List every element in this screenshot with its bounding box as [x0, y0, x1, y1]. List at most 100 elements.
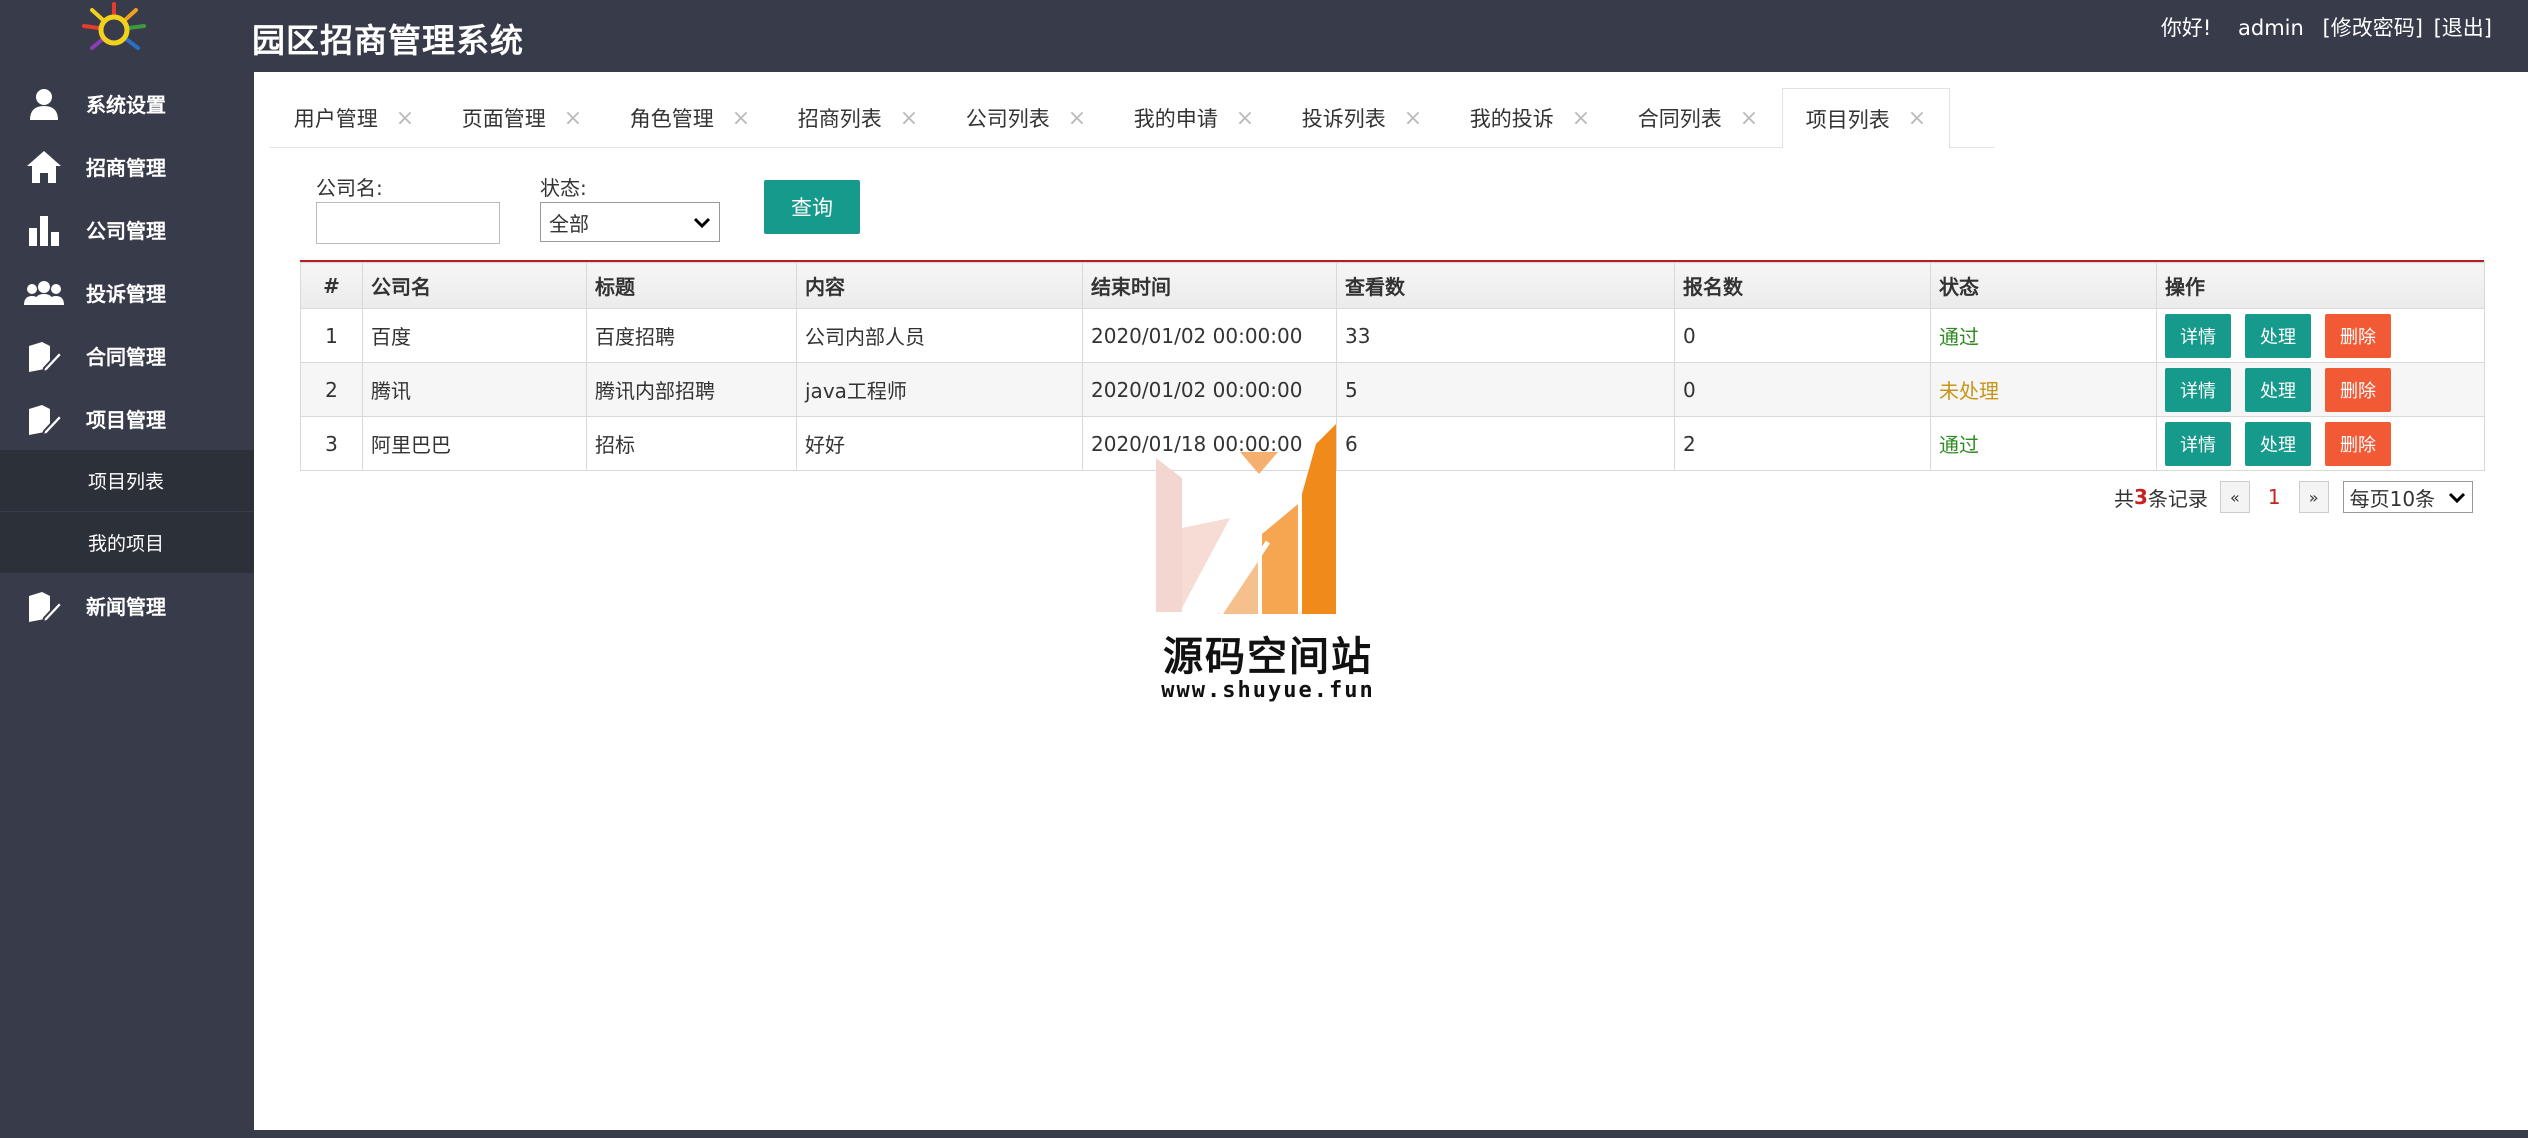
tab-user-management[interactable]: 用户管理 ×: [270, 88, 438, 148]
user-bar: 你好! admin [修改密码] [退出]: [2157, 12, 2492, 42]
content-cell: java工程师: [796, 362, 1083, 417]
logo-icon: [78, 0, 150, 62]
tab-my-complaints[interactable]: 我的投诉 ×: [1446, 88, 1614, 148]
sidebar-item-contract[interactable]: 合同管理: [0, 324, 254, 387]
close-icon[interactable]: ×: [1740, 106, 1758, 131]
sidebar-item-news[interactable]: 新闻管理: [0, 574, 254, 637]
sidebar-item-label: 招商管理: [86, 156, 166, 180]
title-cell: 腾讯内部招聘: [586, 362, 797, 417]
actions-cell: 详情 处理 删除: [2156, 308, 2485, 363]
watermark-title: 源码空间站: [1163, 634, 1373, 680]
close-icon[interactable]: ×: [1572, 106, 1590, 131]
column-header: 报名数: [1674, 262, 1931, 309]
bottom-border: [254, 1130, 2528, 1138]
detail-button[interactable]: 详情: [2165, 421, 2231, 466]
column-header: 结束时间: [1082, 262, 1337, 309]
sidebar-item-label: 项目管理: [86, 408, 166, 432]
tab-label: 我的投诉: [1469, 107, 1554, 131]
page-size-value: 每页10条: [2349, 486, 2436, 511]
detail-button[interactable]: 详情: [2165, 367, 2231, 412]
logout-link[interactable]: [退出]: [2434, 16, 2492, 40]
change-password-link[interactable]: [修改密码]: [2323, 16, 2423, 40]
column-header: 内容: [796, 262, 1083, 309]
sidebar: 系统设置 招商管理 公司管理 投诉管理 合同管理 项目管理 项目列表 我的项目: [0, 72, 254, 1138]
close-icon[interactable]: ×: [1404, 106, 1422, 131]
views-cell: 33: [1336, 308, 1675, 363]
user-icon: [22, 82, 66, 126]
tab-label: 页面管理: [461, 107, 546, 131]
tab-investment-list[interactable]: 招商列表 ×: [774, 88, 942, 148]
table-header-row: # 公司名 标题 内容 结束时间 查看数 报名数 状态 操作: [300, 262, 2485, 309]
edit-icon: [22, 334, 66, 378]
tab-company-list[interactable]: 公司列表 ×: [942, 88, 1110, 148]
status-cell: 通过: [1930, 416, 2157, 471]
column-header: 操作: [2156, 262, 2485, 309]
title-cell: 百度招聘: [586, 308, 797, 363]
sidebar-item-system-settings[interactable]: 系统设置: [0, 72, 254, 135]
signups-cell: 0: [1674, 308, 1931, 363]
handle-button[interactable]: 处理: [2245, 313, 2311, 358]
tab-page-management[interactable]: 页面管理 ×: [438, 88, 606, 148]
tab-label: 投诉列表: [1301, 107, 1386, 131]
row-number: 2: [300, 362, 363, 417]
tab-label: 招商列表: [797, 107, 882, 131]
sidebar-item-project[interactable]: 项目管理: [0, 387, 254, 450]
delete-button[interactable]: 删除: [2325, 421, 2391, 466]
handle-button[interactable]: 处理: [2245, 367, 2311, 412]
signups-cell: 2: [1674, 416, 1931, 471]
close-icon[interactable]: ×: [1908, 106, 1926, 131]
tab-label: 角色管理: [629, 107, 714, 131]
company-cell: 百度: [362, 308, 587, 363]
sidebar-item-label: 投诉管理: [86, 282, 166, 306]
detail-button[interactable]: 详情: [2165, 313, 2231, 358]
close-icon[interactable]: ×: [1236, 106, 1254, 131]
close-icon[interactable]: ×: [1068, 106, 1086, 131]
sidebar-item-investment[interactable]: 招商管理: [0, 135, 254, 198]
tab-label: 项目列表: [1805, 107, 1890, 132]
views-cell: 5: [1336, 362, 1675, 417]
status-select[interactable]: 全部: [540, 202, 720, 242]
row-number: 3: [300, 416, 363, 471]
close-icon[interactable]: ×: [396, 106, 414, 131]
handle-button[interactable]: 处理: [2245, 421, 2311, 466]
close-icon[interactable]: ×: [564, 106, 582, 131]
edit-icon: [22, 584, 66, 628]
close-icon[interactable]: ×: [900, 106, 918, 131]
current-page[interactable]: 1: [2268, 485, 2281, 509]
username-text: admin: [2238, 16, 2304, 40]
end-time-cell: 2020/01/02 00:00:00: [1082, 308, 1337, 363]
prev-page-button[interactable]: «: [2219, 481, 2250, 513]
watermark: 源码空间站 www.shuyue.fun: [1148, 424, 1388, 724]
tab-label: 用户管理: [293, 107, 378, 131]
row-number: 1: [300, 308, 363, 363]
tab-complaint-list[interactable]: 投诉列表 ×: [1278, 88, 1446, 148]
query-button[interactable]: 查询: [764, 180, 860, 234]
sidebar-subitem-project-list[interactable]: 项目列表: [0, 450, 254, 512]
sidebar-subitem-my-projects[interactable]: 我的项目: [0, 512, 254, 574]
status-cell: 未处理: [1930, 362, 2157, 417]
delete-button[interactable]: 删除: [2325, 313, 2391, 358]
page-size-select[interactable]: 每页10条: [2342, 481, 2473, 513]
greeting-text: 你好!: [2160, 16, 2212, 40]
sidebar-item-label: 系统设置: [86, 93, 166, 117]
chevron-down-icon: [693, 210, 711, 234]
next-page-button[interactable]: »: [2298, 481, 2329, 513]
close-icon[interactable]: ×: [732, 106, 750, 131]
sidebar-item-complaint[interactable]: 投诉管理: [0, 261, 254, 324]
tab-contract-list[interactable]: 合同列表 ×: [1614, 88, 1782, 148]
table-row: 1 百度 百度招聘 公司内部人员 2020/01/02 00:00:00 33 …: [300, 308, 2485, 363]
tab-label: 公司列表: [965, 107, 1050, 131]
delete-button[interactable]: 删除: [2325, 367, 2391, 412]
sidebar-item-label: 合同管理: [86, 345, 166, 369]
tab-label: 合同列表: [1637, 107, 1722, 131]
column-header: #: [300, 262, 363, 309]
project-table: # 公司名 标题 内容 结束时间 查看数 报名数 状态 操作 1 百度 百度招聘…: [300, 260, 2485, 471]
sidebar-item-company[interactable]: 公司管理: [0, 198, 254, 261]
tab-role-management[interactable]: 角色管理 ×: [606, 88, 774, 148]
header: 园区招商管理系统 你好! admin [修改密码] [退出]: [0, 0, 2528, 72]
title-cell: 招标: [586, 416, 797, 471]
company-name-input[interactable]: [316, 202, 500, 244]
group-icon: [22, 271, 66, 315]
tab-project-list[interactable]: 项目列表 ×: [1782, 88, 1950, 149]
tab-my-applications[interactable]: 我的申请 ×: [1110, 88, 1278, 148]
